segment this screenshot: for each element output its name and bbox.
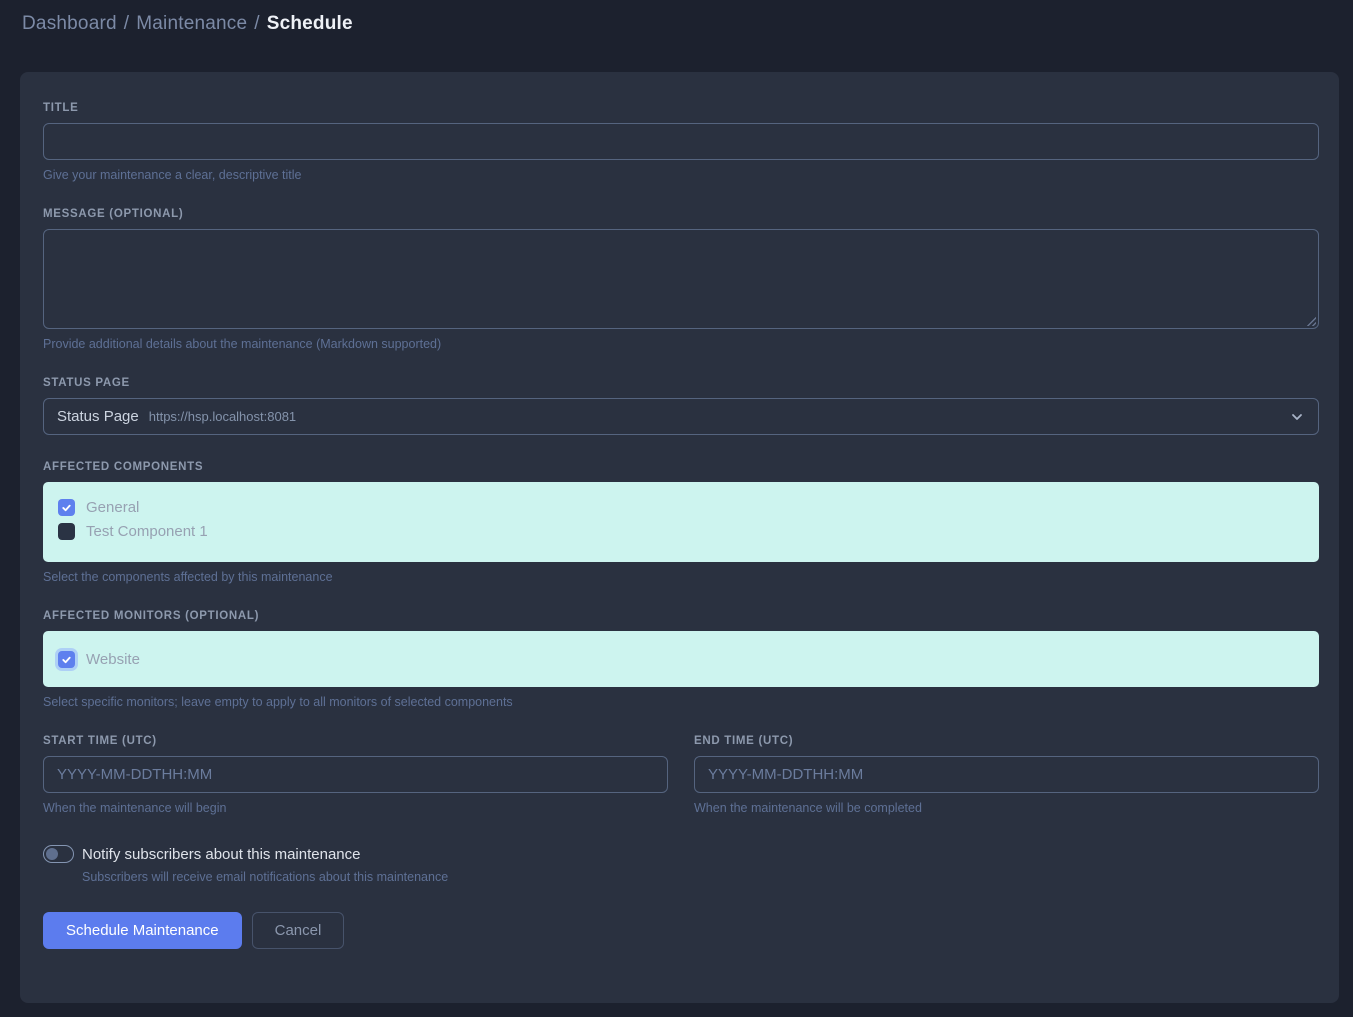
breadcrumb: Dashboard/Maintenance/Schedule [22, 13, 1331, 35]
time-fields-row: Start Time (UTC) When the maintenance wi… [43, 735, 1319, 815]
affected-monitors-group: Affected Monitors (Optional) Website Sel… [43, 610, 1319, 709]
start-time-input[interactable] [43, 756, 668, 793]
affected-components-group: Affected Components General Test Compone… [43, 461, 1319, 584]
notify-subscribers-group: Notify subscribers about this maintenanc… [43, 845, 1319, 884]
breadcrumb-dashboard[interactable]: Dashboard [22, 13, 117, 34]
affected-components-panel: General Test Component 1 [43, 482, 1319, 562]
schedule-maintenance-form-card: Title Give your maintenance a clear, des… [20, 72, 1339, 1003]
checkbox-website[interactable] [58, 651, 75, 668]
notify-subscribers-helper-text: Subscribers will receive email notificat… [82, 870, 1319, 884]
start-time-label: Start Time (UTC) [43, 735, 668, 747]
component-option-test-component-1[interactable]: Test Component 1 [58, 519, 1304, 543]
breadcrumb-maintenance[interactable]: Maintenance [136, 13, 247, 34]
affected-components-label: Affected Components [43, 461, 1319, 473]
title-helper-text: Give your maintenance a clear, descripti… [43, 168, 1319, 182]
breadcrumb-current-schedule: Schedule [267, 13, 353, 34]
affected-monitors-label: Affected Monitors (Optional) [43, 610, 1319, 622]
message-field-group: Message (Optional) Provide additional de… [43, 208, 1319, 351]
end-time-input[interactable] [694, 756, 1319, 793]
status-page-select[interactable]: Status Page https://hsp.localhost:8081 [43, 398, 1319, 435]
end-time-field-group: End Time (UTC) When the maintenance will… [694, 735, 1319, 815]
title-input[interactable] [43, 123, 1319, 160]
start-time-field-group: Start Time (UTC) When the maintenance wi… [43, 735, 668, 815]
monitor-option-label[interactable]: Website [86, 651, 140, 668]
monitor-option-website[interactable]: Website [58, 647, 140, 671]
form-actions-row: Schedule Maintenance Cancel [43, 912, 1319, 949]
cancel-button[interactable]: Cancel [252, 912, 345, 949]
status-page-selected-name: Status Page [57, 408, 139, 425]
checkbox-test-component-1[interactable] [58, 523, 75, 540]
toggle-knob [46, 848, 58, 860]
message-helper-text: Provide additional details about the mai… [43, 337, 1319, 351]
message-label: Message (Optional) [43, 208, 1319, 220]
end-time-label: End Time (UTC) [694, 735, 1319, 747]
status-page-field-group: Status Page Status Page https://hsp.loca… [43, 377, 1319, 435]
title-label: Title [43, 102, 1319, 114]
chevron-down-icon [1289, 409, 1305, 425]
top-header: Dashboard/Maintenance/Schedule [0, 0, 1353, 50]
status-page-label: Status Page [43, 377, 1319, 389]
component-option-general[interactable]: General [58, 495, 1304, 519]
notify-subscribers-toggle[interactable] [43, 845, 74, 863]
start-time-helper-text: When the maintenance will begin [43, 801, 668, 815]
status-page-selected-url: https://hsp.localhost:8081 [149, 409, 296, 424]
end-time-helper-text: When the maintenance will be completed [694, 801, 1319, 815]
component-option-label[interactable]: Test Component 1 [86, 523, 208, 540]
notify-subscribers-label[interactable]: Notify subscribers about this maintenanc… [82, 846, 360, 863]
title-field-group: Title Give your maintenance a clear, des… [43, 102, 1319, 182]
checkbox-general[interactable] [58, 499, 75, 516]
affected-components-helper-text: Select the components affected by this m… [43, 570, 1319, 584]
breadcrumb-separator: / [117, 13, 136, 34]
breadcrumb-separator: / [247, 13, 266, 34]
component-option-label[interactable]: General [86, 499, 139, 516]
message-textarea[interactable] [43, 229, 1319, 329]
affected-monitors-helper-text: Select specific monitors; leave empty to… [43, 695, 1319, 709]
affected-monitors-panel: Website [43, 631, 1319, 687]
schedule-maintenance-button[interactable]: Schedule Maintenance [43, 912, 242, 949]
